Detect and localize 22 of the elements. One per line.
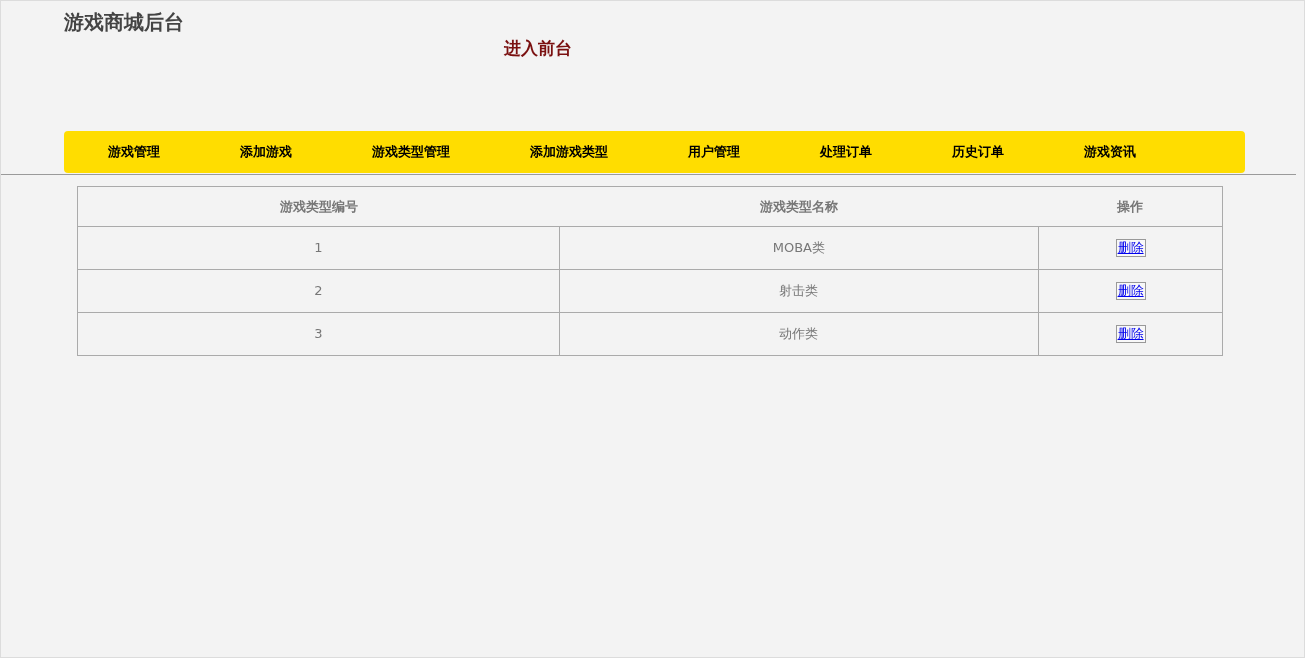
nav-link[interactable]: 游戏管理 [108, 142, 160, 162]
site-title: 游戏商城后台 [64, 9, 184, 36]
table-cell: MOBA类 [559, 226, 1039, 270]
nav-link[interactable]: 历史订单 [952, 142, 1004, 162]
column-header: 游戏类型编号 [77, 186, 560, 227]
delete-button[interactable]: 删除 [1115, 282, 1146, 301]
table-cell: 2 [77, 269, 560, 313]
nav-link[interactable]: 添加游戏类型 [530, 142, 608, 162]
table-cell: 3 [77, 312, 560, 356]
nav-link[interactable]: 处理订单 [820, 142, 872, 162]
nav-link[interactable]: 游戏类型管理 [372, 142, 450, 162]
column-header: 游戏类型名称 [559, 186, 1039, 227]
table-cell: 1 [77, 226, 560, 270]
delete-button[interactable]: 删除 [1115, 239, 1146, 258]
front-link[interactable]: 进入前台 [504, 36, 572, 62]
delete-button[interactable]: 删除 [1115, 325, 1146, 344]
table-cell: 射击类 [559, 269, 1039, 313]
table-cell: 动作类 [559, 312, 1039, 356]
nav-link[interactable]: 添加游戏 [240, 142, 292, 162]
column-header: 操作 [1038, 186, 1223, 227]
nav-link[interactable]: 游戏资讯 [1084, 142, 1136, 162]
nav-link[interactable]: 用户管理 [688, 142, 740, 162]
